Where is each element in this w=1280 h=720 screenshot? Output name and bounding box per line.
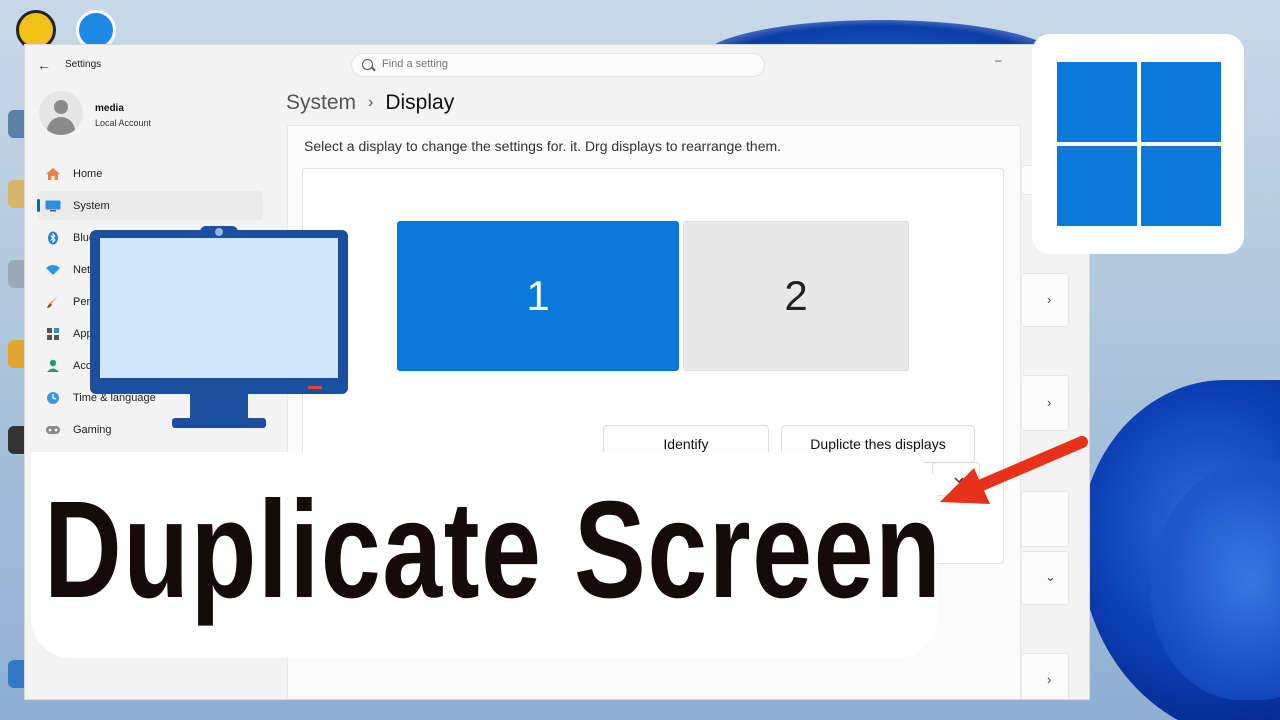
sidebar-item-label: System bbox=[73, 199, 110, 212]
windows-logo-icon bbox=[1141, 146, 1221, 226]
back-arrow-icon[interactable]: ← bbox=[37, 57, 51, 73]
apps-icon bbox=[45, 327, 61, 341]
page-title: Display bbox=[385, 91, 455, 114]
search-icon bbox=[362, 59, 373, 70]
minimize-icon[interactable]: – bbox=[995, 53, 1002, 67]
chevron-right-icon[interactable]: › bbox=[1047, 292, 1051, 307]
profile-account-type: Local Account bbox=[95, 118, 152, 128]
bluetooth-icon bbox=[45, 231, 61, 245]
chevron-right-icon[interactable]: › bbox=[1047, 395, 1051, 410]
network-icon bbox=[45, 263, 61, 277]
monitor-illustration bbox=[90, 222, 348, 430]
sidebar-item-home[interactable]: Home bbox=[37, 159, 263, 188]
avatar[interactable] bbox=[39, 91, 83, 135]
sidebar-item-label: Acc bbox=[73, 359, 92, 372]
breadcrumb: System › Display bbox=[286, 91, 454, 115]
personalization-icon bbox=[45, 295, 61, 309]
profile-name: media bbox=[95, 103, 124, 114]
monitor-tile-1[interactable]: 1 bbox=[397, 221, 679, 371]
banner-title: Duplicate Screen bbox=[44, 473, 943, 627]
windows-logo-badge bbox=[1032, 34, 1244, 254]
avatar-head-icon bbox=[54, 100, 68, 114]
display-instruction: Select a display to change the settings … bbox=[304, 138, 782, 154]
windows-logo-icon bbox=[1057, 62, 1137, 142]
gaming-icon bbox=[45, 423, 61, 437]
accounts-icon bbox=[45, 359, 61, 373]
system-icon bbox=[45, 199, 61, 213]
monitor-tile-2[interactable]: 2 bbox=[683, 221, 909, 371]
windows-logo-icon bbox=[1141, 62, 1221, 142]
title-bar: ← Settings – bbox=[25, 45, 1089, 85]
app-title: Settings bbox=[65, 59, 102, 70]
home-icon bbox=[45, 167, 61, 181]
chevron-right-icon: › bbox=[368, 94, 374, 111]
chevron-down-icon[interactable]: ⌄ bbox=[1045, 569, 1056, 585]
search-box[interactable] bbox=[351, 53, 765, 77]
avatar-body-icon bbox=[47, 117, 75, 135]
settings-card[interactable] bbox=[1021, 273, 1069, 327]
sidebar-item-label: Home bbox=[73, 167, 103, 180]
windows-logo-icon bbox=[1057, 146, 1137, 226]
settings-card[interactable] bbox=[1021, 375, 1069, 431]
settings-card[interactable] bbox=[1021, 653, 1069, 699]
search-input[interactable] bbox=[382, 58, 742, 70]
pointer-arrow-icon bbox=[940, 436, 1088, 504]
chevron-right-icon[interactable]: › bbox=[1047, 672, 1051, 687]
time-language-icon bbox=[45, 391, 61, 405]
sidebar-item-system[interactable]: System bbox=[37, 191, 263, 220]
breadcrumb-parent[interactable]: System bbox=[286, 91, 356, 115]
sidebar-item-label: Net bbox=[73, 263, 91, 276]
